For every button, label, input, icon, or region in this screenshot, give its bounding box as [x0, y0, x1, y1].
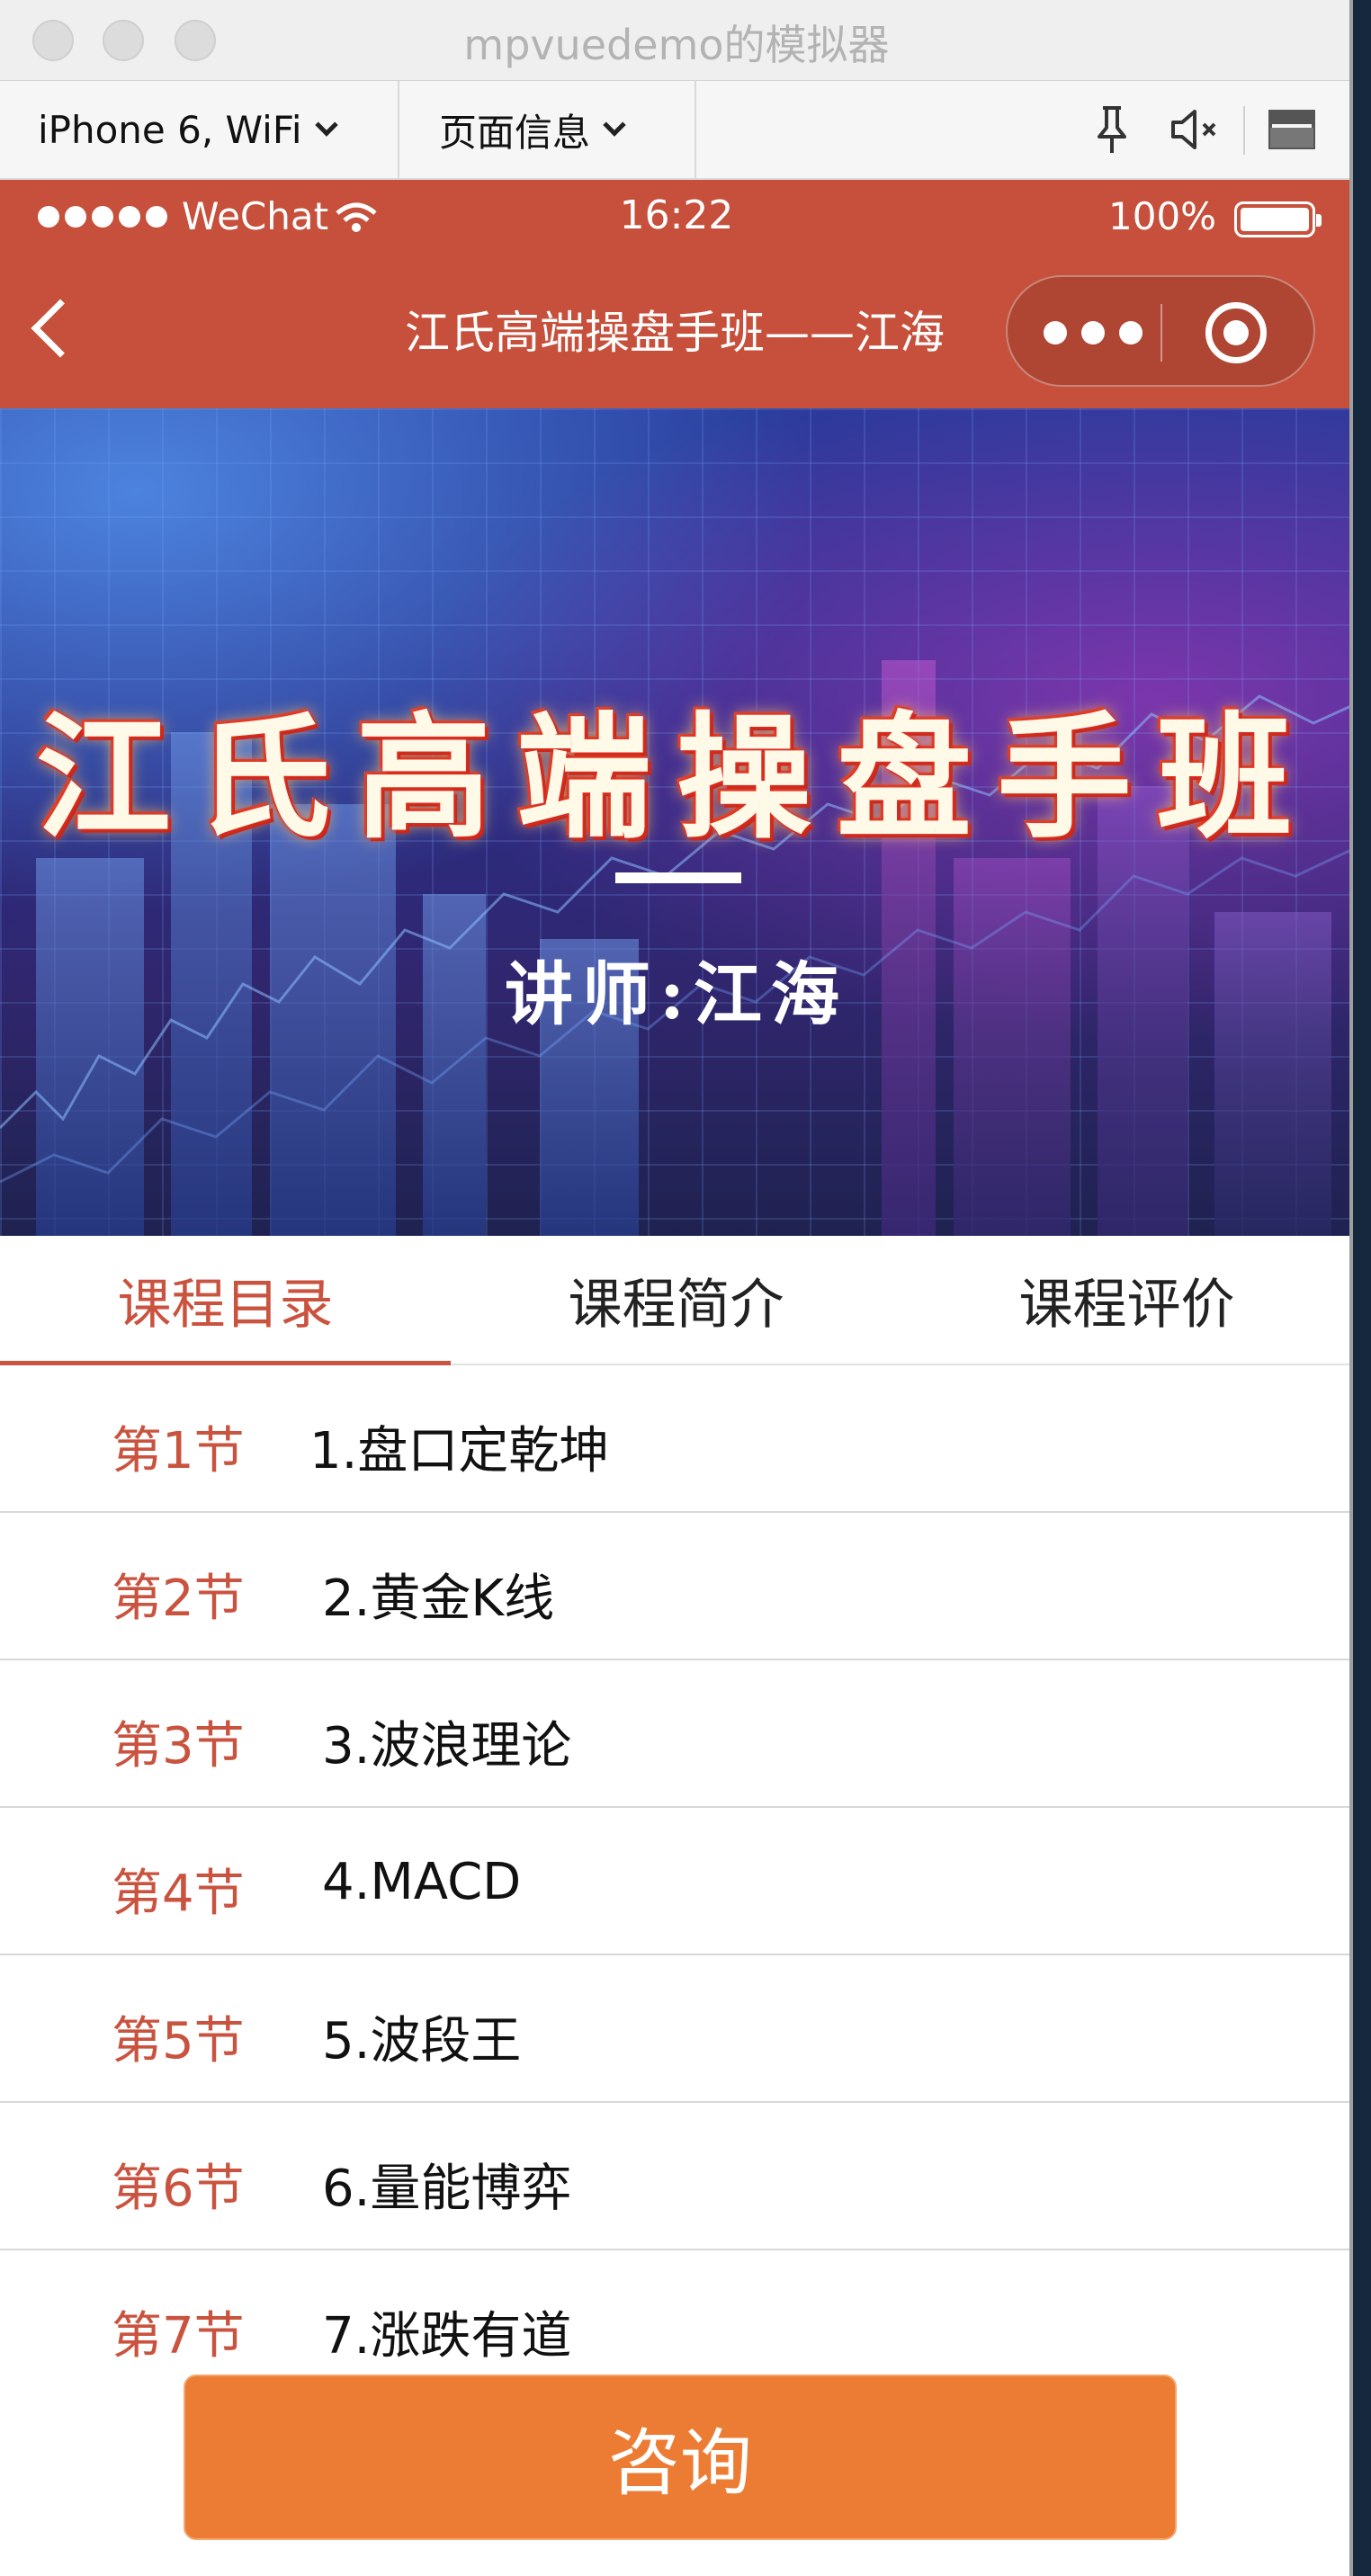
lesson-section: 第2节: [112, 1570, 245, 1628]
phone-status-bar: WeChat 16:22 100%: [0, 180, 1353, 252]
window-icon[interactable]: [1263, 101, 1321, 158]
banner-divider: [615, 872, 741, 883]
lesson-section: 第6节: [112, 2160, 245, 2218]
course-tabs: 课程目录 课程简介 课程评价: [0, 1236, 1353, 1365]
pin-icon[interactable]: [1083, 101, 1141, 158]
tab-introduction[interactable]: 课程简介: [451, 1236, 901, 1364]
capsule-menu: [1006, 275, 1315, 387]
more-options-button[interactable]: [1044, 315, 1142, 351]
lesson-section: 第4节: [112, 1865, 245, 1923]
page-info-dropdown[interactable]: 页面信息: [401, 81, 696, 178]
mute-icon[interactable]: [1166, 101, 1223, 158]
lesson-list: 第1节 1.盘口定乾坤 第2节 2.黄金K线 第3节 3.波浪理论 第4节 4.…: [0, 1365, 1353, 2398]
lesson-row[interactable]: 第1节 1.盘口定乾坤: [0, 1365, 1353, 1513]
lesson-name: 7.涨跌有道: [322, 2307, 572, 2366]
course-banner-image: 江氏高端操盘手班 讲师:江海: [0, 408, 1353, 1236]
page-title: 江氏高端操盘手班——江海: [405, 307, 945, 359]
toolbar-divider: [1243, 106, 1245, 155]
lesson-row[interactable]: 第4节 4.MACD: [0, 1808, 1353, 1955]
lesson-name: 4.MACD: [322, 1853, 522, 1911]
lesson-name: 5.波段王: [322, 2012, 522, 2071]
lesson-section: 第3节: [112, 1717, 245, 1775]
capsule-divider: [1160, 304, 1162, 362]
lesson-name: 6.量能博弈: [322, 2160, 572, 2218]
tab-reviews[interactable]: 课程评价: [901, 1236, 1352, 1364]
simulator-right-edge: [1349, 0, 1353, 2576]
desktop-background: [1353, 0, 1371, 2576]
device-label: iPhone 6, WiFi: [38, 107, 302, 152]
lesson-section: 第1节: [112, 1422, 245, 1480]
tab-catalog[interactable]: 课程目录: [0, 1236, 451, 1365]
lesson-row[interactable]: 第5节 5.波段王: [0, 1955, 1353, 2103]
lesson-row[interactable]: 第6节 6.量能博弈: [0, 2103, 1353, 2250]
banner-instructor: 讲师:江海: [504, 954, 849, 1034]
battery-percent: 100%: [1108, 194, 1217, 238]
lesson-row[interactable]: 第2节 2.黄金K线: [0, 1513, 1353, 1660]
banner-title: 江氏高端操盘手班: [35, 699, 1317, 857]
window-title-bar: mpvuedemo的模拟器: [0, 0, 1353, 81]
simulator-window: mpvuedemo的模拟器 iPhone 6, WiFi 页面信息 WeChat…: [0, 0, 1353, 2576]
consult-button[interactable]: 咨询: [184, 2375, 1177, 2540]
lesson-row[interactable]: 第3节 3.波浪理论: [0, 1660, 1353, 1808]
chevron-down-icon: [603, 113, 626, 137]
window-title: mpvuedemo的模拟器: [463, 21, 890, 69]
mini-program-nav-bar: 江氏高端操盘手班——江海: [0, 252, 1353, 408]
simulator-toolbar: iPhone 6, WiFi 页面信息: [0, 81, 1353, 180]
lesson-name: 1.盘口定乾坤: [309, 1422, 610, 1480]
lesson-section: 第7节: [112, 2307, 245, 2366]
device-selector[interactable]: iPhone 6, WiFi: [0, 81, 399, 178]
lesson-name: 3.波浪理论: [322, 1717, 572, 1775]
lesson-section: 第5节: [112, 2012, 245, 2071]
lesson-name: 2.黄金K线: [322, 1570, 555, 1628]
back-arrow-icon[interactable]: [31, 299, 90, 358]
chevron-down-icon: [314, 113, 338, 137]
close-mini-program-icon[interactable]: [1205, 302, 1267, 363]
page-info-label: 页面信息: [439, 110, 591, 155]
battery-icon: [1234, 201, 1322, 237]
